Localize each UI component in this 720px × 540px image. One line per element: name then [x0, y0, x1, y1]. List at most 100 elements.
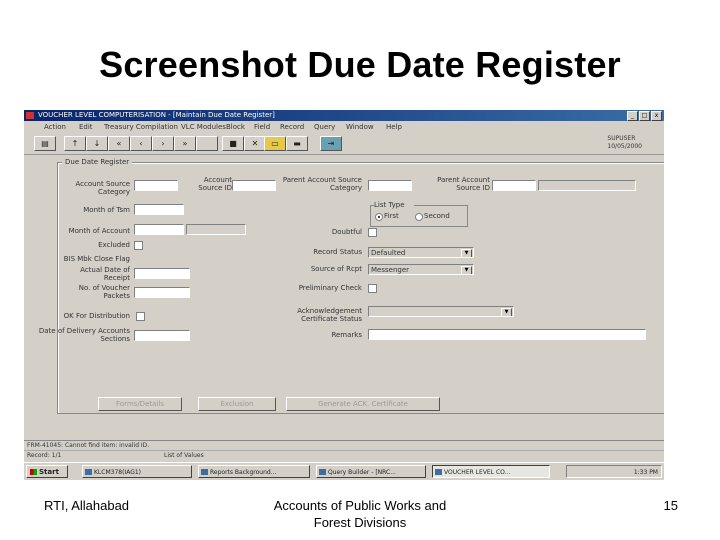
excluded-checkbox[interactable] — [134, 241, 143, 250]
account-source-id-field[interactable] — [232, 180, 276, 191]
menubar: Action Edit Treasury Compilation VLC Mod… — [24, 121, 664, 132]
menu-field[interactable]: Field — [254, 123, 270, 131]
app-screenshot: VOUCHER LEVEL COMPUTERISATION - [Maintai… — [24, 110, 664, 480]
menu-action[interactable]: Action — [44, 123, 66, 131]
parent-account-source-category-field[interactable] — [368, 180, 412, 191]
exit-icon[interactable]: ⇥ — [320, 136, 342, 151]
taskbar-item-query-builder[interactable]: Query Builder - [NRC... — [316, 465, 426, 478]
menu-edit[interactable]: Edit — [79, 123, 93, 131]
label-account-source-id: Account Source ID — [198, 176, 232, 192]
delete-icon[interactable]: ✕ — [244, 136, 266, 151]
label-remarks: Remarks — [331, 331, 362, 339]
radio-first[interactable] — [375, 213, 383, 221]
actual-date-of-receipt-field[interactable] — [134, 268, 190, 279]
arrow-up-icon[interactable]: ↑ — [64, 136, 86, 151]
source-of-rcpt-select[interactable]: Messenger ▼ — [368, 264, 474, 275]
menu-vlc-modules[interactable]: VLC Modules — [181, 123, 226, 131]
window-title: VOUCHER LEVEL COMPUTERISATION - [Maintai… — [38, 111, 275, 119]
start-button[interactable]: Start — [26, 465, 68, 478]
acknowledgement-status-select[interactable]: ▼ — [368, 306, 514, 317]
record-status-select[interactable]: Defaulted ▼ — [368, 247, 474, 258]
label-preliminary-check: Preliminary Check — [298, 284, 362, 292]
label-no-of-voucher-packets: No. of Voucher Packets — [78, 284, 130, 300]
footer-left: RTI, Allahabad — [44, 498, 130, 513]
arrow-down-icon[interactable]: ↓ — [86, 136, 108, 151]
label-date-of-delivery-accounts-sections: Date of Delivery Accounts Sections — [38, 327, 130, 343]
print-icon[interactable]: ▬ — [286, 136, 308, 151]
user-name: SUPUSER — [607, 135, 636, 142]
label-source-of-rcpt: Source of Rcpt — [310, 265, 362, 273]
label-list-type: List Type — [374, 201, 414, 209]
frame-title: Due Date Register — [62, 158, 133, 166]
parent-account-description-field — [538, 180, 636, 191]
clock: 1:33 PM — [633, 469, 658, 476]
taskbar-item-voucher-level[interactable]: VOUCHER LEVEL CO... — [432, 465, 550, 478]
footer-center-line1: Accounts of Public Works and — [273, 498, 447, 513]
page-number: 15 — [663, 498, 678, 513]
label-bis-mbk-close-flag: BIS Mbk Close Flag — [63, 255, 130, 263]
toolbar: ▤ ↑ ↓ « ‹ › » ■ ✕ ▭ ▬ ⇥ SUPUSER 10/05/20… — [24, 132, 664, 155]
menu-treasury-compilation[interactable]: Treasury Compilation — [104, 123, 178, 131]
app-icon — [26, 112, 34, 119]
account-source-category-field[interactable] — [134, 180, 178, 191]
minimize-button[interactable]: _ — [627, 111, 638, 121]
generate-ack-certificate-button[interactable]: Generate ACK. Certificate — [286, 397, 440, 411]
label-first: First — [384, 212, 399, 220]
forms-details-button[interactable]: Forms/Details — [98, 397, 182, 411]
menu-window[interactable]: Window — [346, 123, 374, 131]
label-month-of-tsm: Month of Tsm — [83, 206, 130, 214]
label-acknowledgement-certificate-status: Acknowledgement Certificate Status — [297, 307, 362, 323]
maximize-button[interactable]: □ — [639, 111, 650, 121]
remarks-field[interactable] — [368, 329, 646, 340]
next-record-icon[interactable]: › — [152, 136, 174, 151]
prev-record-icon[interactable]: ‹ — [130, 136, 152, 151]
label-excluded: Excluded — [98, 241, 130, 249]
first-record-icon[interactable]: « — [108, 136, 130, 151]
exclusion-button[interactable]: Exclusion — [198, 397, 276, 411]
label-doubtful: Doubtful — [331, 228, 362, 236]
no-of-voucher-packets-field[interactable] — [134, 287, 190, 298]
chevron-down-icon: ▼ — [461, 249, 472, 257]
label-month-of-account: Month of Account — [68, 227, 130, 235]
record-indicator: Record: 1/1 — [27, 452, 62, 459]
menu-query[interactable]: Query — [314, 123, 335, 131]
session-date: 10/05/2000 — [607, 143, 642, 150]
menu-help[interactable]: Help — [386, 123, 402, 131]
blank-tool-button[interactable] — [196, 136, 218, 151]
status-line: Record: 1/1 List of Values — [24, 450, 664, 460]
message-line: FRM-41045: Cannot find item: invalid ID. — [24, 440, 664, 450]
close-button[interactable]: x — [651, 111, 662, 121]
folder-icon[interactable]: ▭ — [264, 136, 286, 151]
save-icon[interactable]: ▤ — [34, 136, 56, 151]
parent-account-source-id-field[interactable] — [492, 180, 536, 191]
label-account-source-category: Account Source Category — [75, 180, 130, 196]
footer-center-line2: Forest Divisions — [313, 515, 407, 530]
month-of-account-desc-field — [186, 224, 246, 235]
label-actual-date-of-receipt: Actual Date of Receipt — [80, 266, 130, 282]
taskbar-item-reports[interactable]: Reports Background... — [198, 465, 310, 478]
month-of-tsm-field[interactable] — [134, 204, 184, 215]
chevron-down-icon: ▼ — [461, 266, 472, 274]
doubtful-checkbox[interactable] — [368, 228, 377, 237]
insert-icon[interactable]: ■ — [222, 136, 244, 151]
chevron-down-icon: ▼ — [501, 308, 512, 316]
window-titlebar[interactable]: VOUCHER LEVEL COMPUTERISATION - [Maintai… — [24, 110, 664, 121]
taskbar: Start KLCM378(IAG1) Reports Background..… — [24, 462, 664, 480]
radio-second[interactable] — [415, 213, 423, 221]
preliminary-check-checkbox[interactable] — [368, 284, 377, 293]
label-parent-account-source-category: Parent Account Source Category — [282, 176, 362, 192]
label-second: Second — [424, 212, 450, 220]
taskbar-item-klcm[interactable]: KLCM378(IAG1) — [82, 465, 192, 478]
menu-record[interactable]: Record — [280, 123, 304, 131]
ok-for-distribution-checkbox[interactable] — [136, 312, 145, 321]
slide-title: Screenshot Due Date Register — [99, 44, 621, 85]
record-status-value: Defaulted — [371, 249, 406, 257]
menu-block[interactable]: Block — [226, 123, 245, 131]
date-of-delivery-field[interactable] — [134, 330, 190, 341]
footer-center: Accounts of Public Works and Forest Divi… — [240, 497, 480, 531]
system-tray: 1:33 PM — [566, 465, 662, 478]
last-record-icon[interactable]: » — [174, 136, 196, 151]
source-of-rcpt-value: Messenger — [371, 266, 410, 274]
label-parent-account-source-id: Parent Account Source ID — [437, 176, 490, 192]
month-of-account-field[interactable] — [134, 224, 184, 235]
